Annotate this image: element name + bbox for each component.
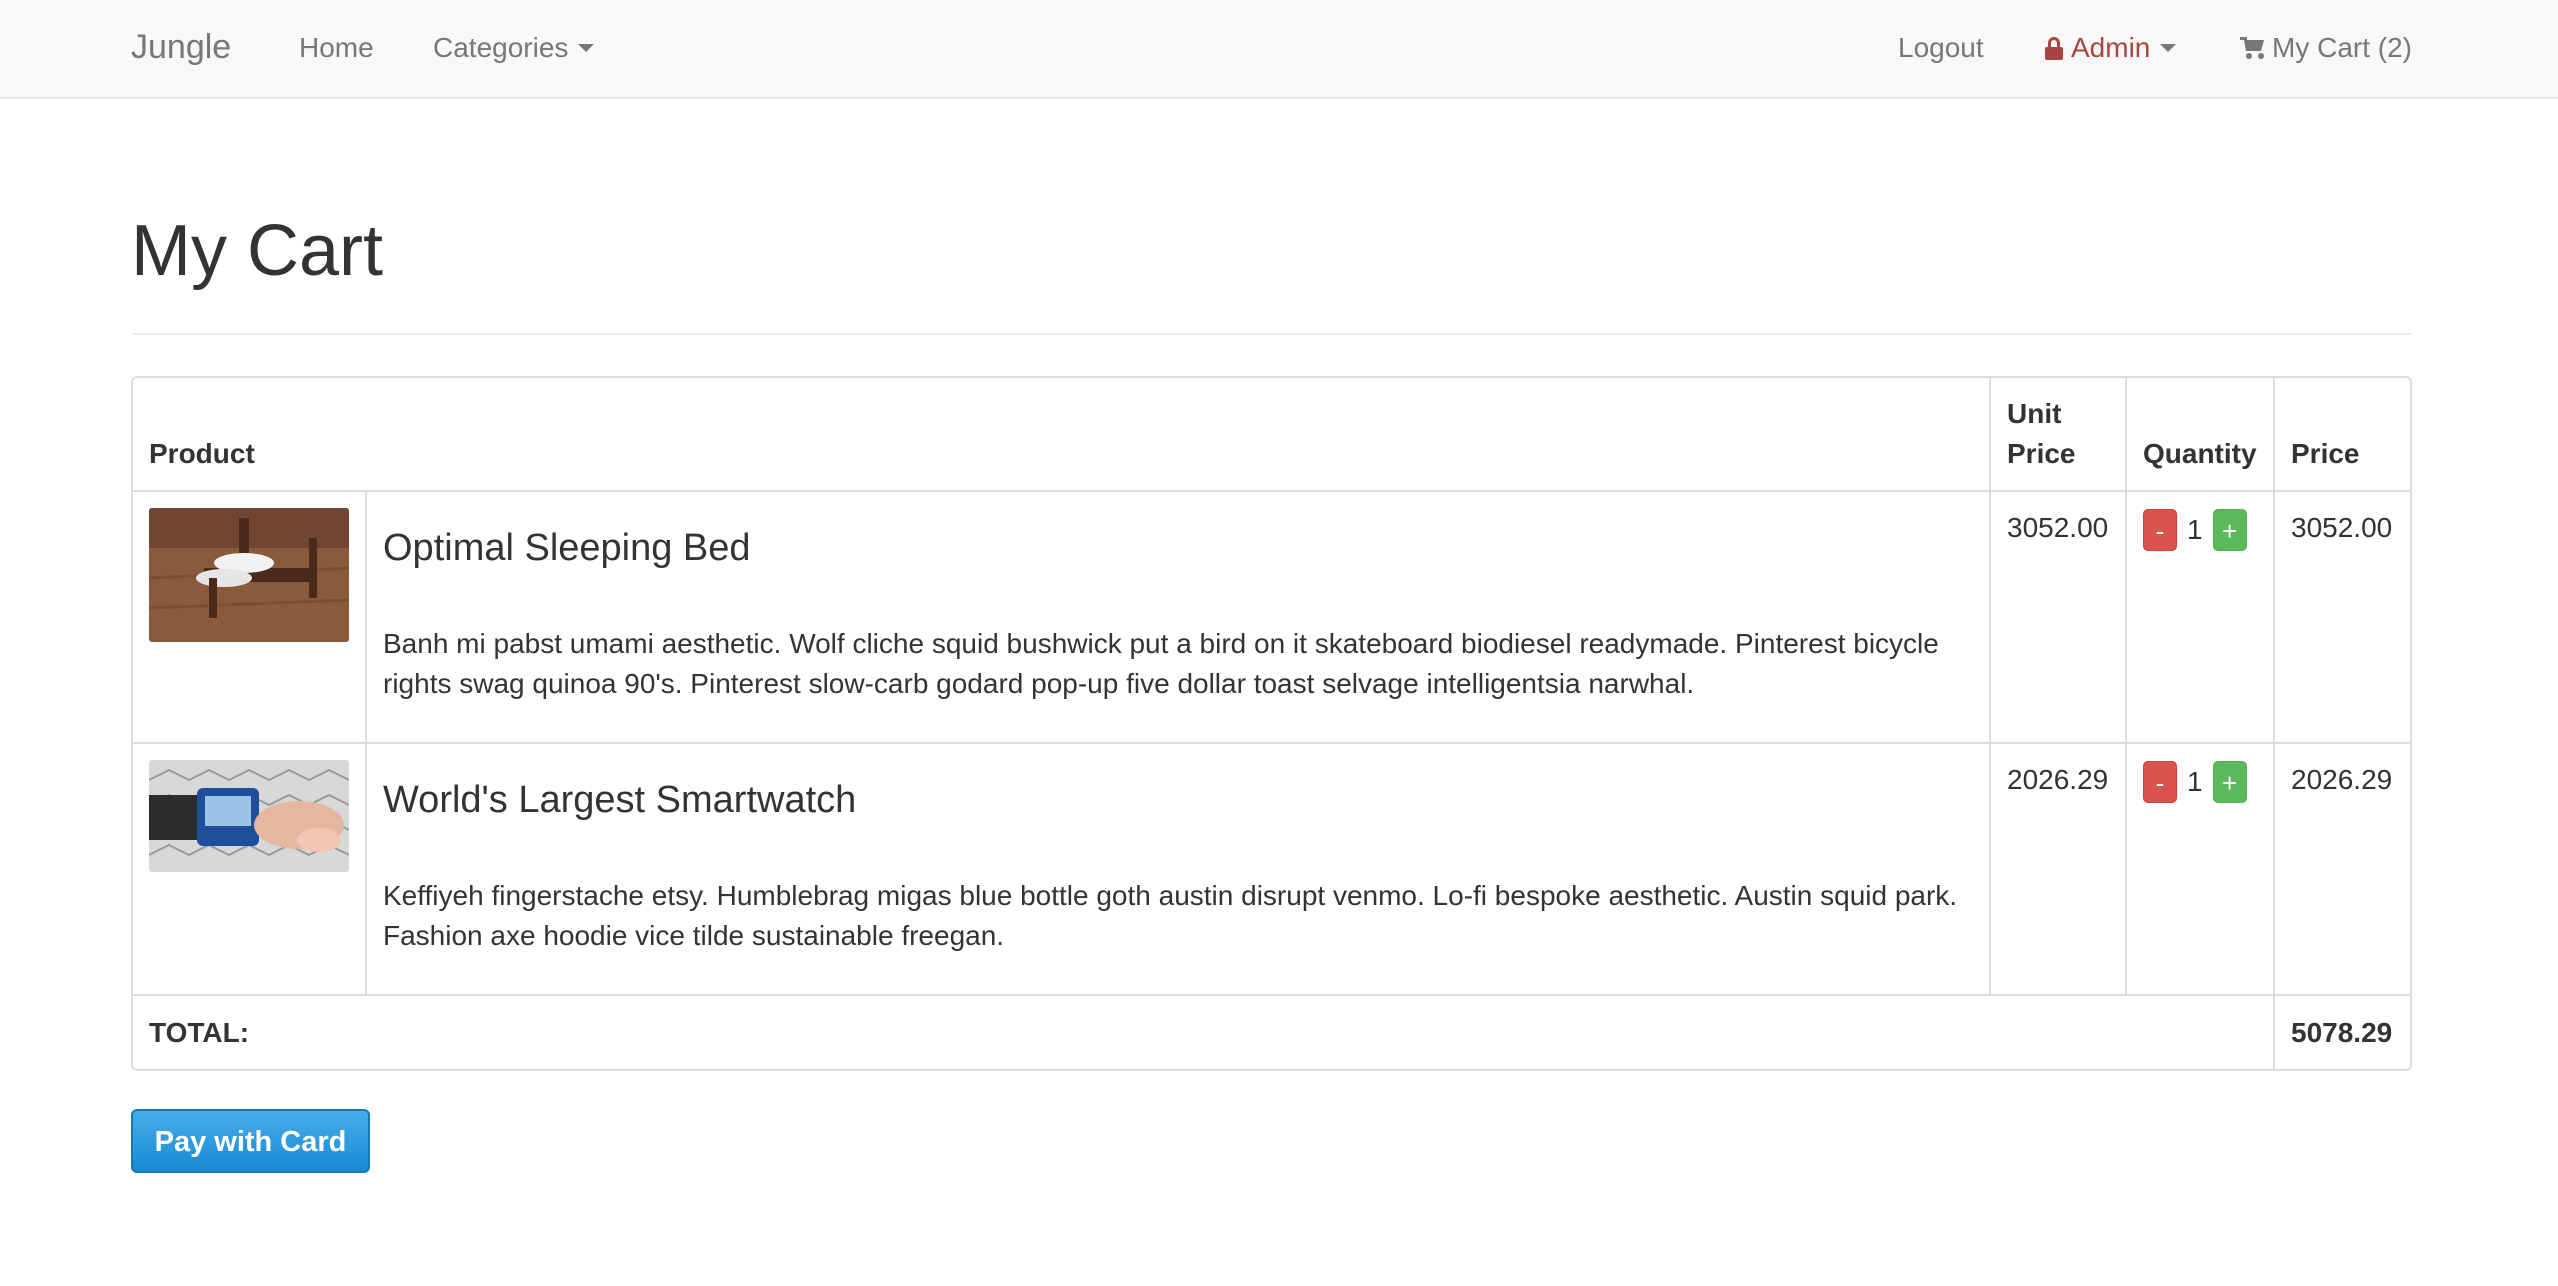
nav-cart-link[interactable]: My Cart (2) xyxy=(2240,32,2412,64)
header-price: Price xyxy=(2273,378,2410,492)
nav-home-link[interactable]: Home xyxy=(299,32,374,64)
product-description: Banh mi pabst umami aesthetic. Wolf clic… xyxy=(383,628,1939,699)
caret-down-icon xyxy=(2160,43,2177,52)
price-cell: 2026.29 xyxy=(2273,742,2410,996)
quantity-cell: -1 + xyxy=(2125,742,2275,996)
total-label: TOTAL: xyxy=(133,994,2275,1069)
shopping-cart-icon xyxy=(2240,37,2266,59)
quantity-value: 1 xyxy=(2187,513,2203,545)
unit-price-cell: 3052.00 xyxy=(1989,490,2127,744)
product-description: Keffiyeh fingerstache etsy. Humblebrag m… xyxy=(383,880,1958,951)
pay-with-card-button[interactable]: Pay with Card xyxy=(131,1109,370,1173)
increase-quantity-button[interactable]: + xyxy=(2212,760,2247,803)
caret-down-icon xyxy=(578,43,595,52)
lock-icon xyxy=(2045,37,2063,60)
product-image-bed xyxy=(149,508,349,642)
increase-quantity-button[interactable]: + xyxy=(2212,508,2247,551)
table-row: Optimal Sleeping Bed Banh mi pabst umami… xyxy=(133,490,2410,744)
nav-admin-label: Admin xyxy=(2071,32,2151,63)
nav-admin-dropdown[interactable]: Admin xyxy=(2045,32,2177,64)
cart-table: Product Unit Price Quantity Price Optima… xyxy=(131,376,2412,1071)
nav-categories-label: Categories xyxy=(433,32,569,63)
header-product: Product xyxy=(133,378,1991,492)
brand-link[interactable]: Jungle xyxy=(131,28,231,67)
product-details-cell: World's Largest Smartwatch Keffiyeh fing… xyxy=(365,742,1991,996)
nav-categories-dropdown[interactable]: Categories xyxy=(433,32,595,64)
decrease-quantity-button[interactable]: - xyxy=(2143,760,2177,803)
product-thumbnail-cell xyxy=(133,742,367,996)
nav-logout-link[interactable]: Logout xyxy=(1898,32,1984,64)
product-thumbnail-cell xyxy=(133,490,367,744)
price-cell: 3052.00 xyxy=(2273,490,2410,744)
table-row: World's Largest Smartwatch Keffiyeh fing… xyxy=(133,742,2410,996)
quantity-cell: -1 + xyxy=(2125,490,2275,744)
table-header-row: Product Unit Price Quantity Price xyxy=(133,378,2410,492)
total-value: 5078.29 xyxy=(2273,994,2410,1069)
navbar: Jungle Home Categories Logout Admin My C… xyxy=(0,0,2558,99)
total-row: TOTAL: 5078.29 xyxy=(133,994,2410,1069)
product-image-smartwatch xyxy=(149,760,349,872)
page-title: My Cart xyxy=(131,211,383,291)
nav-cart-label: My Cart (2) xyxy=(2272,32,2412,63)
unit-price-cell: 2026.29 xyxy=(1989,742,2127,996)
header-unit-price: Unit Price xyxy=(1989,378,2127,492)
decrease-quantity-button[interactable]: - xyxy=(2143,508,2177,551)
title-divider xyxy=(131,333,2411,335)
quantity-value: 1 xyxy=(2187,765,2203,797)
header-quantity: Quantity xyxy=(2125,378,2275,492)
product-details-cell: Optimal Sleeping Bed Banh mi pabst umami… xyxy=(365,490,1991,744)
product-name: Optimal Sleeping Bed xyxy=(383,527,751,569)
product-name: World's Largest Smartwatch xyxy=(383,779,857,821)
